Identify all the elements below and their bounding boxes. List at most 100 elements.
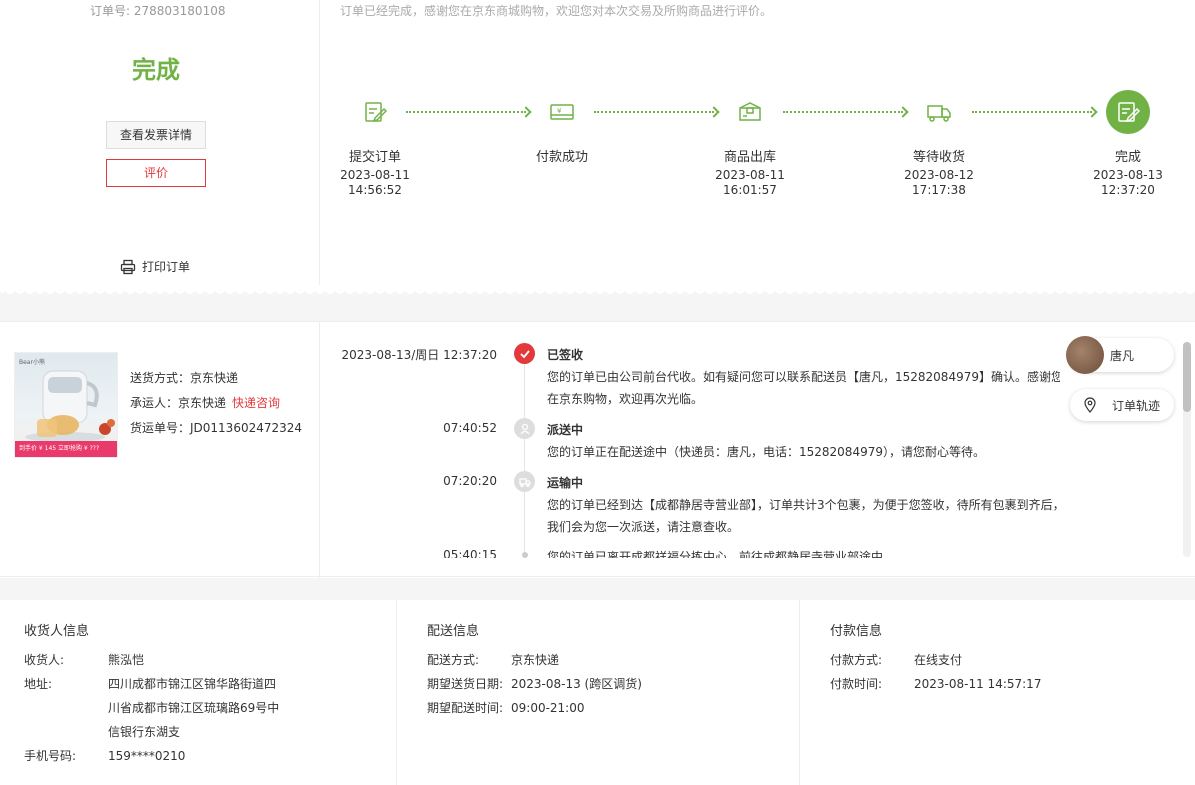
tracking-time: 07:20:20: [443, 474, 497, 488]
product-brand-text: Bear小熊: [19, 359, 45, 366]
payment-time-value: 2023-08-11 14:57:17: [914, 677, 1042, 691]
delivery-info: 配送信息 配送方式: 京东快递 期望送货日期: 2023-08-13 (跨区调货) …: [397, 600, 800, 785]
order-trace-label: 订单轨迹: [1112, 398, 1161, 413]
view-invoice-button[interactable]: 查看发票详情: [106, 121, 206, 149]
wavy-divider: [0, 285, 1195, 321]
delivery-method-row: 配送方式: 京东快递: [427, 648, 691, 672]
step-payment-success: ¥ 付款成功: [507, 90, 617, 168]
payment-method-value: 在线支付: [914, 653, 963, 667]
step-name: 付款成功: [535, 150, 588, 165]
order-progress-steps: 提交订单 2023-08-11 14:56:52 ¥ 付款成功 商品出库 202…: [320, 90, 1195, 210]
timeline-dot: [522, 552, 528, 558]
order-number: 订单号: 278803180108: [90, 4, 226, 18]
transit-icon: [514, 471, 535, 492]
avatar: [1066, 336, 1104, 374]
payment-time-row: 付款时间: 2023-08-11 14:57:17: [830, 672, 1094, 696]
order-trace-button[interactable]: 订单轨迹: [1070, 389, 1174, 421]
payment-info-title: 付款信息: [830, 624, 883, 639]
courier-badge[interactable]: 唐凡: [1066, 336, 1174, 374]
timeline-line: [524, 362, 525, 558]
order-info-section: 收货人信息 收货人: 熊泓恺 地址: 四川成都市锦江区锦华路街道四川省成都市锦江区琉…: [0, 600, 1195, 785]
receiver-name-label: 收货人:: [24, 653, 65, 667]
tracking-text: 您的订单正在配送途中（快递员：唐凡，电话：15282084979），请您耐心等待…: [547, 445, 985, 459]
receiver-phone-value: 159****0210: [108, 749, 186, 763]
kettle-image: [25, 370, 115, 442]
payment-method-row: 付款方式: 在线支付: [830, 648, 1094, 672]
receiver-details: 收货人: 熊泓恺 地址: 四川成都市锦江区锦华路街道四川省成都市锦江区琉璃路69号中…: [24, 648, 288, 768]
delivery-method-label: 配送方式:: [427, 653, 480, 667]
delivery-time-label: 期望配送时间:: [427, 701, 504, 715]
tracking-text: 您的订单已由公司前台代收。如有疑问您可以联系配送员【唐凡，15282084979…: [547, 370, 1060, 406]
tracking-text: 您的订单已经到达【成都静居寺营业部】，订单共计3个包裹，为便于您签收，待所有包裹…: [547, 498, 1060, 534]
courier-icon: [514, 418, 535, 439]
step-date: 2023-08-11: [340, 168, 410, 182]
print-order-label: 打印订单: [142, 260, 191, 274]
check-circle-icon: [514, 343, 535, 364]
product-thumbnail[interactable]: Bear小熊 到手价 ¥ 145 立即抢购 ¥ ???: [14, 352, 118, 458]
delivery-time-value: 09:00-21:00: [511, 701, 585, 715]
step-time: 14:56:52: [348, 183, 402, 197]
step-name: 提交订单: [348, 150, 401, 165]
delivery-info-title: 配送信息: [427, 624, 480, 639]
shipping-method: 送货方式：京东快递: [130, 371, 239, 385]
step-name: 等待收货: [912, 150, 965, 165]
package-box-icon: [728, 90, 772, 134]
tracking-time: 2023-08-13/周日 12:37:20: [341, 348, 498, 362]
shipping-details: 送货方式：京东快递 承运人：京东快递 快递咨询 货运单号：JD0113602472…: [130, 366, 302, 441]
delivery-date-row: 期望送货日期: 2023-08-13 (跨区调货): [427, 672, 691, 696]
tracking-title: 已签收: [547, 348, 584, 362]
package-info: Bear小熊 到手价 ¥ 145 立即抢购 ¥ ??? 送货方式：京东快递 承运…: [0, 322, 320, 578]
section-gap: [0, 578, 1195, 600]
step-date: 2023-08-12: [904, 168, 974, 182]
delivery-time-row: 期望配送时间: 09:00-21:00: [427, 696, 691, 720]
step-name: 商品出库: [723, 150, 776, 165]
svg-text:¥: ¥: [557, 107, 562, 115]
courier-name: 唐凡: [1110, 348, 1135, 363]
tracking-title: 派送中: [547, 423, 584, 437]
carrier-label: 承运人：京东快递: [130, 396, 227, 410]
step-date: 2023-08-11: [715, 168, 785, 182]
complete-check-icon: [1106, 90, 1150, 134]
step-time: 16:01:57: [723, 183, 777, 197]
review-button[interactable]: 评价: [106, 159, 206, 187]
scrollbar-thumb[interactable]: [1183, 342, 1191, 412]
payment-details: 付款方式: 在线支付 付款时间: 2023-08-11 14:57:17: [830, 648, 1094, 696]
receiver-address-row: 地址: 四川成都市锦江区锦华路街道四川省成都市锦江区琉璃路69号中信银行东湖支: [24, 672, 288, 744]
receiver-name-value: 熊泓恺: [108, 653, 145, 667]
payment-method-label: 付款方式:: [830, 653, 883, 667]
step-complete: 完成 2023-08-13 12:37:20: [1073, 90, 1183, 198]
courier-inquiry-link[interactable]: 快递咨询: [232, 396, 280, 410]
print-order-link[interactable]: 打印订单: [120, 258, 190, 275]
step-time: 12:37:20: [1101, 183, 1155, 197]
step-time: 17:17:38: [912, 183, 966, 197]
printer-icon: [120, 259, 136, 274]
order-status: 完成: [132, 56, 180, 84]
order-progress-panel: 订单已经完成，感谢您在京东商城购物，欢迎您对本次交易及所购商品进行评价。 提交订…: [320, 0, 1195, 285]
order-submit-icon: [353, 90, 397, 134]
receiver-info-title: 收货人信息: [24, 624, 90, 639]
tracking-scrollbar[interactable]: [1183, 342, 1191, 557]
receiver-address-label: 地址:: [24, 677, 53, 691]
tracking-time: 05:40:15: [443, 548, 497, 558]
delivery-details: 配送方式: 京东快递 期望送货日期: 2023-08-13 (跨区调货) 期望配送时…: [427, 648, 691, 720]
package-tracking-section: Bear小熊 到手价 ¥ 145 立即抢购 ¥ ??? 送货方式：京东快递 承运…: [0, 321, 1195, 578]
tracking-timeline[interactable]: 2023-08-13/周日 12:37:20 已签收 您的订单已由公司前台代收。…: [320, 322, 1060, 558]
receiver-phone-label: 手机号码:: [24, 749, 77, 763]
payment-card-icon: ¥: [540, 90, 584, 134]
payment-info: 付款信息 付款方式: 在线支付 付款时间: 2023-08-11 14:57:17: [800, 600, 1195, 785]
shipping-carrier: 承运人：京东快递 快递咨询: [130, 391, 302, 416]
tracking-text: 您的订单已离开成都祥福分拣中心，前往成都静居寺营业部途中: [547, 550, 884, 558]
receiver-info: 收货人信息 收货人: 熊泓恺 地址: 四川成都市锦江区锦华路街道四川省成都市锦江区琉…: [0, 600, 397, 785]
delivery-truck-icon: [917, 90, 961, 134]
tracking-time: 07:40:52: [443, 421, 497, 435]
tracking-title: 运输中: [547, 476, 584, 490]
step-name: 完成: [1114, 150, 1141, 165]
delivery-method-value: 京东快递: [511, 653, 560, 667]
order-status-panel: 订单号: 278803180108 完成 查看发票详情 评价 打印订单: [0, 0, 320, 285]
delivery-date-value: 2023-08-13 (跨区调货): [511, 677, 642, 691]
delivery-date-label: 期望送货日期:: [427, 677, 504, 691]
thanks-message: 订单已经完成，感谢您在京东商城购物，欢迎您对本次交易及所购商品进行评价。: [340, 4, 773, 18]
step-date: 2023-08-13: [1093, 168, 1163, 182]
receiver-phone-row: 手机号码: 159****0210: [24, 744, 288, 768]
location-pin-icon: [1084, 397, 1096, 413]
